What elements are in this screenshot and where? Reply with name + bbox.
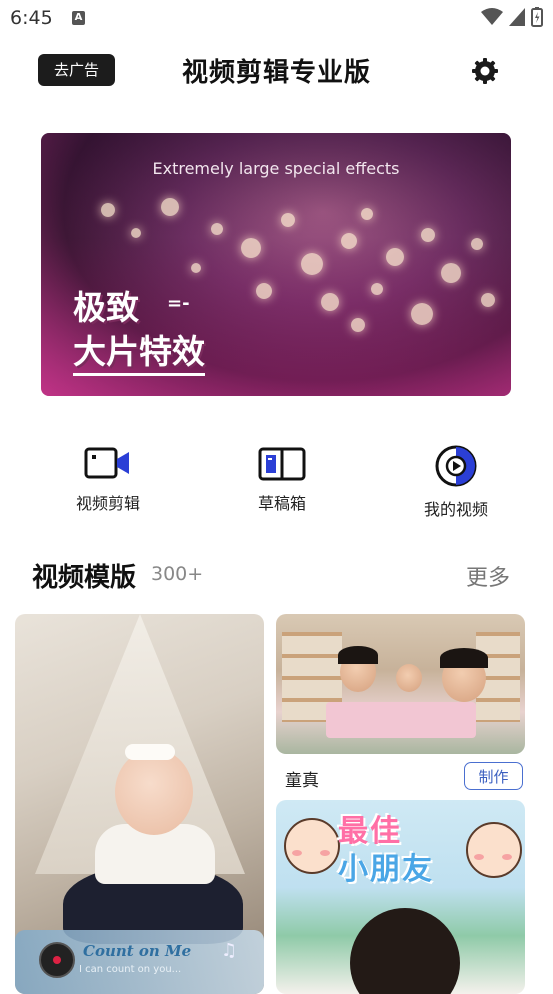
action-label: 草稿箱 [257, 494, 306, 513]
section-title: 视频模版 [32, 563, 137, 593]
signal-icon [509, 8, 525, 26]
kid-hair-image [440, 648, 488, 668]
cartoon-girl-image [466, 822, 522, 878]
baby-image-headband [125, 744, 175, 760]
promo-banner[interactable]: Extremely large special effects 极致 =- 大片… [41, 133, 511, 396]
banner-tagline: Extremely large special effects [152, 159, 400, 178]
template-card-baby[interactable]: Count on Me I can count on you... ♫ [15, 614, 264, 994]
kid-photo-image [350, 908, 460, 994]
play-circle-icon [435, 445, 477, 487]
action-label: 我的视频 [423, 500, 488, 519]
system-icons [481, 7, 543, 27]
banner-heading-line1: 极致 [73, 288, 139, 327]
video-camera-icon [84, 447, 129, 479]
cartoon-boy-image [284, 818, 340, 874]
gear-icon[interactable] [470, 56, 500, 86]
baby-image-head [115, 749, 193, 835]
template-label: 童真 [285, 771, 319, 791]
banner-heading-line2: 大片特效 [73, 325, 205, 376]
action-label: 视频剪辑 [75, 494, 140, 513]
poster-title-line2: 小朋友 [338, 852, 434, 887]
classroom-table-image [326, 702, 476, 738]
section-count: 300+ [151, 563, 204, 585]
action-video-edit[interactable]: 视频剪辑 [48, 446, 168, 514]
make-button[interactable]: 制作 [464, 762, 523, 790]
music-subtitle: I can count on you... [79, 964, 182, 975]
wifi-icon [481, 8, 503, 25]
music-title: Count on Me [83, 942, 192, 960]
template-card-childhood[interactable] [276, 614, 525, 754]
more-link[interactable]: 更多 [466, 560, 510, 592]
a-icon: A [72, 11, 85, 25]
action-my-videos[interactable]: 我的视频 [396, 444, 516, 520]
drafts-book-icon [258, 447, 306, 481]
music-disc-icon [39, 942, 75, 978]
music-note-icon: ♫ [221, 940, 238, 961]
template-card-best-kid[interactable]: 最佳 小朋友 [276, 800, 525, 994]
music-player[interactable]: Count on Me I can count on you... ♫ [15, 930, 264, 994]
status-bar: 6:45 A [0, 0, 553, 38]
kid-hair-image [338, 646, 378, 664]
kid-image [396, 664, 422, 692]
banner-dash-icon: =- [167, 293, 190, 314]
action-drafts[interactable]: 草稿箱 [222, 446, 342, 514]
header: 去广告 视频剪辑专业版 [0, 50, 553, 94]
status-time: 6:45 [10, 7, 53, 29]
battery-icon [531, 7, 543, 27]
